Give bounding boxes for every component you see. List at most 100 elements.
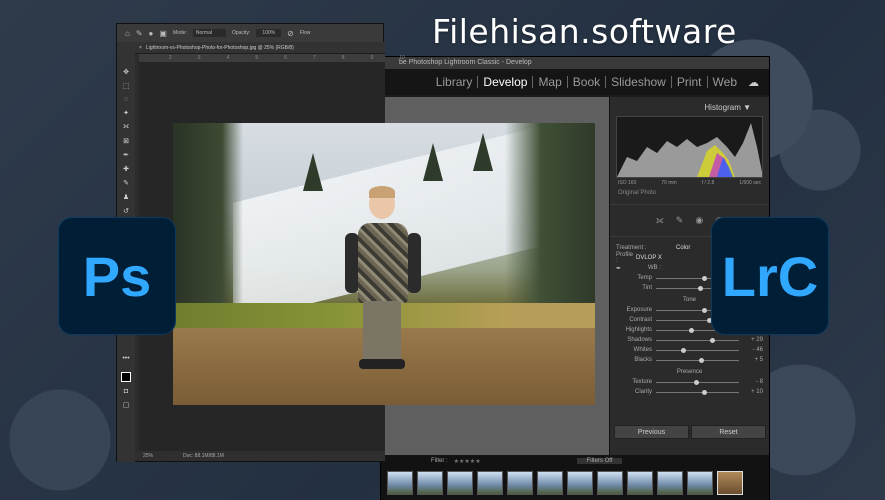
magic-wand-icon[interactable]: ✦ (123, 109, 129, 117)
slider-handle[interactable] (697, 285, 703, 291)
filmstrip: Filter : ★★★★★ Filters Off (381, 455, 769, 500)
ruler-tick: 4 (226, 55, 230, 61)
module-develop[interactable]: Develop (477, 76, 532, 88)
photo-child-vest (358, 223, 408, 303)
ruler-tick: 5 (255, 55, 259, 61)
redeye-icon[interactable]: ◉ (695, 215, 703, 226)
photo (173, 123, 595, 405)
pressure-icon[interactable]: ⊘ (287, 29, 294, 38)
brush-panel-icon[interactable]: ▣ (159, 29, 167, 38)
module-library[interactable]: Library (431, 76, 478, 88)
thumbnail[interactable] (687, 471, 713, 495)
horizontal-ruler: 2 3 4 5 6 7 8 9 10 (139, 54, 405, 62)
slider-label: Texture (632, 379, 652, 385)
thumbnail[interactable] (627, 471, 653, 495)
eyedropper-icon[interactable]: ✒ (616, 265, 630, 272)
slider-label: Contrast (629, 317, 652, 323)
slider-label: Highlights (625, 327, 652, 333)
mode-select[interactable]: Normal (192, 29, 226, 37)
slider-handle[interactable] (689, 327, 695, 333)
module-print[interactable]: Print (670, 76, 707, 88)
watermark-text: Filehisan.software (432, 12, 737, 51)
crop-icon[interactable]: ⟗ (656, 215, 664, 226)
slider-handle[interactable] (701, 307, 707, 313)
histogram-info-item: 1/500 sec (739, 180, 761, 186)
move-tool-icon[interactable]: ✥ (123, 68, 129, 76)
eyedropper-tool-icon[interactable]: ✒ (123, 151, 129, 159)
photo-child-shoes (359, 359, 405, 369)
home-icon[interactable]: ⌂ (125, 29, 130, 38)
module-book[interactable]: Book (566, 76, 605, 88)
slider-track[interactable] (656, 337, 739, 343)
history-brush-icon[interactable]: ↺ (123, 207, 129, 215)
thumbnail[interactable] (417, 471, 443, 495)
status-bar: 25% Doc: 88.1M/88.1M (135, 451, 385, 461)
slider-handle[interactable] (699, 357, 705, 363)
reset-button[interactable]: Reset (691, 425, 766, 439)
module-map[interactable]: Map (532, 76, 566, 88)
module-slideshow[interactable]: Slideshow (605, 76, 671, 88)
lightroom-classic-logo: LrC (711, 217, 829, 335)
histogram-info-item: f / 2.8 (701, 180, 715, 186)
slider-handle[interactable] (702, 389, 708, 395)
photo-child-hair (369, 186, 395, 198)
brush-tool-icon[interactable]: ✎ (123, 179, 129, 187)
slider-handle[interactable] (694, 379, 700, 385)
brush-icon[interactable]: ✎ (136, 29, 143, 38)
crop-tool-icon[interactable]: ⟗ (123, 123, 129, 131)
slider-value[interactable]: - 46 (739, 347, 763, 353)
opacity-field[interactable]: 100% (256, 29, 282, 37)
slider-handle[interactable] (709, 337, 715, 343)
thumbnail[interactable] (447, 471, 473, 495)
ruler-tick: 2 (169, 55, 172, 61)
thumbnail[interactable] (717, 471, 743, 495)
slider-row: Blacks + 5 (610, 355, 769, 365)
thumbnail[interactable] (567, 471, 593, 495)
slider-track[interactable] (656, 357, 739, 363)
lasso-tool-icon[interactable]: ◌ (124, 96, 128, 103)
slider-handle[interactable] (701, 275, 707, 281)
color-swatch-icon[interactable] (121, 372, 131, 382)
brush-size-icon[interactable]: ● (149, 29, 154, 38)
treatment-label: Treatment : (616, 245, 647, 251)
histogram-title[interactable]: Histogram ▼ (610, 97, 769, 116)
healing-icon[interactable]: ✎ (676, 215, 684, 226)
marquee-tool-icon[interactable]: ⬚ (123, 82, 130, 90)
slider-value[interactable]: + 5 (739, 357, 763, 363)
screen-mode-icon[interactable]: ▢ (123, 401, 130, 409)
thumbnail[interactable] (477, 471, 503, 495)
slider-track[interactable] (656, 389, 739, 395)
slider-track[interactable] (656, 347, 739, 353)
module-web[interactable]: Web (706, 76, 742, 88)
filters-off-dropdown[interactable]: Filters Off (576, 458, 623, 464)
thumbnail[interactable] (387, 471, 413, 495)
thumbnail[interactable] (597, 471, 623, 495)
stamp-tool-icon[interactable]: ♟ (123, 193, 129, 201)
star-rating-icon[interactable]: ★★★★★ (454, 458, 481, 465)
slider-row: Texture - 8 (610, 377, 769, 387)
healing-tool-icon[interactable]: ✚ (123, 165, 129, 173)
frame-tool-icon[interactable]: ⊠ (123, 137, 129, 145)
zoom-level[interactable]: 25% (143, 451, 153, 461)
slider-value[interactable]: - 8 (739, 379, 763, 385)
slider-value[interactable]: + 10 (739, 389, 763, 395)
profile-value[interactable]: DVLOP X (636, 255, 662, 261)
quick-mask-icon[interactable]: ◘ (124, 388, 128, 395)
presence-sliders: Texture - 8 Clarity + 10 (610, 377, 769, 397)
histogram-info-item: 70 mm (661, 180, 677, 186)
thumbnail[interactable] (537, 471, 563, 495)
document-tab[interactable]: × Lightroom-vs-Photoshop-Photo-for-Photos… (135, 42, 385, 54)
more-tools-icon[interactable]: ••• (122, 355, 129, 362)
previous-button[interactable]: Previous (614, 425, 689, 439)
slider-track[interactable] (656, 379, 739, 385)
slider-handle[interactable] (680, 347, 686, 353)
photoshop-logo: Ps (58, 217, 176, 335)
photo-tree (303, 153, 323, 191)
treatment-value[interactable]: Color (676, 245, 690, 251)
cloud-sync-icon[interactable]: ☁ (748, 76, 759, 89)
thumbnail[interactable] (507, 471, 533, 495)
thumbnail[interactable] (657, 471, 683, 495)
close-tab-icon[interactable]: × (139, 45, 142, 51)
slider-value[interactable]: + 29 (739, 337, 763, 343)
photo-tree (473, 133, 493, 171)
